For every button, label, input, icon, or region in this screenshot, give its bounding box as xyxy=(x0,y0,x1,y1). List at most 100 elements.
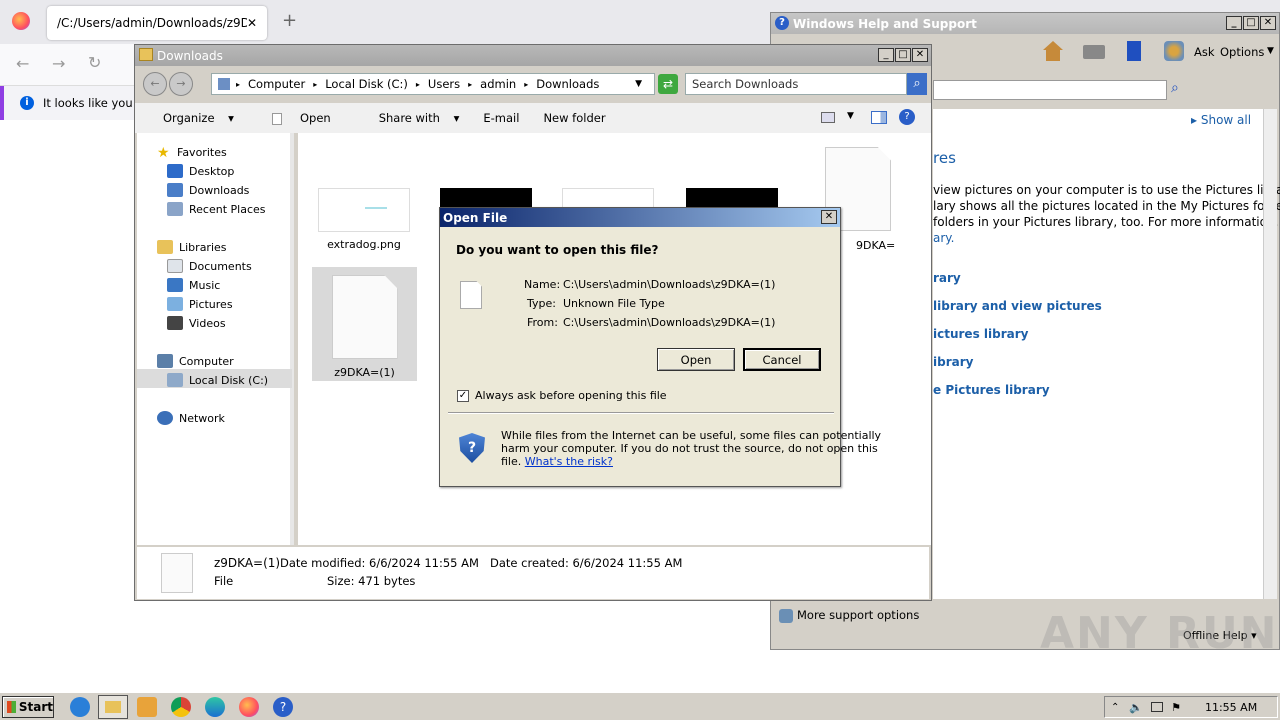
nav-favorites[interactable]: ★ Favorites xyxy=(157,145,227,161)
ask-label[interactable]: Ask xyxy=(1194,45,1215,59)
file-label: z9DKA=(1) xyxy=(334,366,395,379)
nav-desktop[interactable]: Desktop xyxy=(167,164,234,178)
media-player-icon[interactable] xyxy=(137,697,157,717)
clock[interactable]: 11:55 AM xyxy=(1205,701,1257,714)
help-link[interactable]: library and view pictures xyxy=(933,299,1102,313)
firefox-icon[interactable] xyxy=(239,697,259,717)
breadcrumb-separator: ▸ xyxy=(524,79,529,89)
help-scrollbar[interactable] xyxy=(1263,109,1277,599)
home-icon[interactable] xyxy=(1043,41,1063,61)
from-value: C:\Users\admin\Downloads\z9DKA=(1) xyxy=(563,316,776,329)
edge-icon[interactable] xyxy=(205,697,225,717)
risk-link[interactable]: What's the risk? xyxy=(525,455,613,468)
cancel-button[interactable]: Cancel xyxy=(743,348,821,371)
tray-expand-icon[interactable]: ⌃ xyxy=(1111,702,1119,713)
address-bar[interactable]: ▸ Computer ▸ Local Disk (C:) ▸ Users ▸ admi… xyxy=(211,73,655,95)
nav-local-disk[interactable]: Local Disk (C:) xyxy=(167,373,268,387)
close-tab-icon[interactable]: ✕ xyxy=(247,16,257,30)
maximize-button[interactable]: □ xyxy=(1243,16,1259,30)
nav-videos[interactable]: Videos xyxy=(167,316,226,330)
search-placeholder: Search Downloads xyxy=(692,77,799,91)
nav-documents[interactable]: Documents xyxy=(167,259,252,273)
forward-button[interactable]: → xyxy=(169,72,193,96)
preview-pane-icon[interactable] xyxy=(871,111,887,124)
ie-icon[interactable] xyxy=(70,697,90,717)
new-tab-icon[interactable]: + xyxy=(282,10,297,31)
close-button[interactable]: ✕ xyxy=(912,48,928,62)
file-icon xyxy=(271,112,282,125)
share-with-button[interactable]: Share with ▾ xyxy=(365,111,460,125)
file-item-extradog[interactable]: extradog.png xyxy=(318,188,410,258)
breadcrumb-local-disk[interactable]: Local Disk (C:) xyxy=(325,77,408,91)
always-ask-checkbox[interactable]: ✓ Always ask before opening this file xyxy=(457,389,667,402)
search-input[interactable]: Search Downloads xyxy=(685,73,907,95)
help-link[interactable]: rary xyxy=(933,271,961,285)
firefox-logo-icon[interactable] xyxy=(12,12,30,30)
browse-help-icon[interactable] xyxy=(1127,41,1141,61)
nav-pictures[interactable]: Pictures xyxy=(167,297,233,311)
breadcrumb-admin[interactable]: admin xyxy=(480,77,516,91)
nav-network[interactable]: Network xyxy=(157,411,225,425)
details-pane: z9DKA=(1) File Date modified: 6/6/2024 1… xyxy=(137,547,929,599)
nav-computer[interactable]: Computer xyxy=(157,354,234,368)
new-folder-button[interactable]: New folder xyxy=(543,111,605,125)
minimize-button[interactable]: _ xyxy=(1226,16,1242,30)
minimize-button[interactable]: _ xyxy=(878,48,894,62)
name-label: Name: xyxy=(524,278,561,291)
back-icon[interactable]: ← xyxy=(16,54,29,73)
checkbox-checked-icon[interactable]: ✓ xyxy=(457,389,469,402)
folder-icon xyxy=(105,701,121,713)
maximize-button[interactable]: □ xyxy=(895,48,911,62)
search-icon[interactable]: ⌕ xyxy=(907,73,927,95)
back-button[interactable]: ← xyxy=(143,72,167,96)
help-taskbar-icon[interactable]: ? xyxy=(273,697,293,717)
file-item-z9dka-1[interactable]: z9DKA=(1) xyxy=(312,267,417,381)
chrome-icon[interactable] xyxy=(171,697,191,717)
print-icon[interactable] xyxy=(1083,45,1105,59)
close-button[interactable]: ✕ xyxy=(1260,16,1276,30)
start-button[interactable]: Start xyxy=(2,696,54,718)
open-button[interactable]: Open xyxy=(657,348,735,371)
help-link[interactable]: ibrary xyxy=(933,355,973,369)
open-button[interactable]: Open xyxy=(258,111,341,125)
forward-icon[interactable]: → xyxy=(52,54,65,73)
volume-icon[interactable]: 🔈 xyxy=(1129,701,1143,714)
address-dropdown-icon[interactable]: ▼ xyxy=(635,79,642,89)
pictures-icon xyxy=(167,297,183,311)
more-support-link[interactable]: More support options xyxy=(797,608,919,622)
firefox-tab[interactable]: /C:/Users/admin/Downloads/z9DKA= ✕ xyxy=(47,6,267,40)
nav-libraries[interactable]: Libraries xyxy=(157,240,227,254)
downloads-icon xyxy=(167,183,183,197)
explorer-title: Downloads xyxy=(157,48,223,63)
explorer-taskbar-button[interactable] xyxy=(98,695,128,719)
nav-recent-places[interactable]: Recent Places xyxy=(167,202,266,216)
refresh-icon[interactable]: ⇄ xyxy=(658,74,678,94)
view-dropdown-icon[interactable]: ▼ xyxy=(847,111,854,121)
ask-icon[interactable] xyxy=(1164,41,1184,61)
help-title: Windows Help and Support xyxy=(793,16,977,31)
breadcrumb-separator: ▸ xyxy=(415,79,420,89)
help-link[interactable]: ictures library xyxy=(933,327,1028,341)
nav-music[interactable]: Music xyxy=(167,278,220,292)
music-icon xyxy=(167,278,183,292)
dialog-close-button[interactable]: ✕ xyxy=(821,210,837,224)
explorer-title-bar: Downloads _ □ ✕ xyxy=(135,45,931,66)
options-label[interactable]: Options xyxy=(1220,45,1264,59)
organize-button[interactable]: Organize ▾ xyxy=(149,111,234,125)
network-tray-icon[interactable] xyxy=(1151,702,1164,712)
breadcrumb-users[interactable]: Users xyxy=(428,77,460,91)
breadcrumb-downloads[interactable]: Downloads xyxy=(536,77,599,91)
show-all-link[interactable]: ▸ Show all xyxy=(1191,113,1251,127)
reload-icon[interactable]: ↻ xyxy=(88,53,101,72)
help-icon[interactable]: ? xyxy=(899,109,915,125)
nav-downloads[interactable]: Downloads xyxy=(167,183,249,197)
options-dropdown-icon[interactable]: ▼ xyxy=(1267,46,1274,56)
breadcrumb-computer[interactable]: Computer xyxy=(248,77,305,91)
flag-icon[interactable]: ⚑ xyxy=(1171,701,1181,714)
email-button[interactable]: E-mail xyxy=(483,111,519,125)
help-search-icon[interactable]: ⌕ xyxy=(1171,80,1179,96)
view-options-icon[interactable] xyxy=(821,112,835,123)
help-search-input[interactable] xyxy=(933,80,1167,100)
help-heading: res xyxy=(933,149,956,167)
help-link[interactable]: e Pictures library xyxy=(933,383,1050,397)
